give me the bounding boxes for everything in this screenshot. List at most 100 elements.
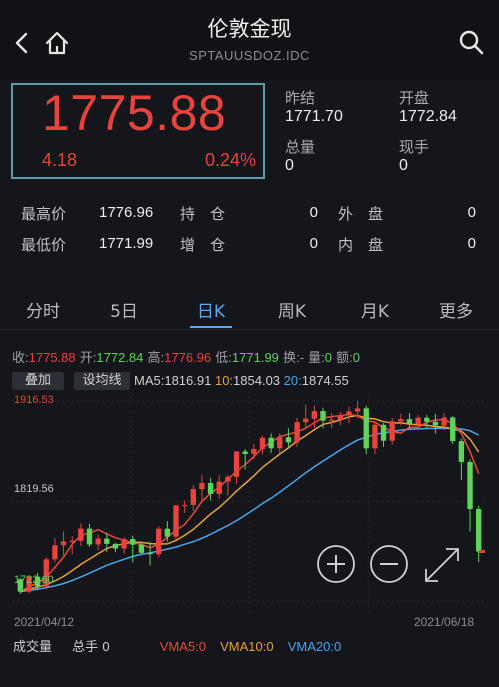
zoom-in-icon[interactable] [316,544,356,584]
search-icon[interactable] [457,28,485,56]
candle-up [398,419,404,422]
candle-up [346,411,352,416]
page-title: 伦敦金现 [207,17,292,41]
vma20-label: VMA20: [287,639,334,654]
low-label: 最低价 [21,236,67,254]
candle-up [199,483,205,490]
candle-up [389,421,395,441]
price-change: 4.18 [42,150,78,170]
candle-up [52,545,58,560]
candle-up [337,415,343,420]
tab-intraday[interactable]: 分时 [22,297,64,322]
candle-up [354,408,361,412]
low-short-label: 低: [215,350,232,365]
tab-weekly-k[interactable]: 周K [271,297,313,322]
qty-label: 量: [308,350,325,365]
candle-up [328,419,335,421]
open-short-value: 1772.84 [96,350,144,365]
candle-up [259,437,266,449]
candle-down [138,544,145,553]
volume-title: 成交量 [13,640,53,655]
total-hand-label: 总手 [72,640,99,655]
instrument-code: SPTAUUSDOZ.IDC [189,48,310,63]
ma10-value: 1854.03 [233,373,281,388]
oi-change-label: 增 仓 [180,236,226,254]
zoom-out-icon[interactable] [369,544,409,584]
vma5-value: 0 [198,639,206,654]
volume-label: 总量 [285,138,316,156]
candle-up [190,489,196,505]
total-hand-value: 0 [102,639,110,654]
date-end: 2021/06/18 [414,615,475,629]
inner-disc-label: 内 盘 [338,236,384,254]
last-price: 1775.88 [42,85,227,141]
tab-daily-k[interactable]: 日K [190,297,232,322]
volume-area [0,658,499,687]
candle-up [233,451,240,477]
open-interest-value: 0 [309,204,318,221]
candle-up [216,481,222,494]
ma10-label: 10: [214,373,234,388]
candle-up [156,528,162,555]
qty-value: 0 [324,350,333,365]
tab-monthly-k[interactable]: 月K [354,297,396,322]
candle-up [60,541,67,546]
candle-down [432,421,439,426]
volume-indicator-row: 成交量 总手 0 VMA5:0 VMA10:0 VMA20:0 [13,636,341,655]
low-value: 1771.99 [99,235,154,252]
candle-down [475,509,482,552]
axis-top-label: 1916.53 [14,394,54,406]
candle-up [251,448,257,454]
candle-down [112,543,119,549]
candle-down [242,451,248,454]
axis-mid-label: 1819.56 [14,483,54,495]
candle-up [277,437,283,449]
overlay-button[interactable]: 叠加 [12,372,64,390]
vma10-value: 0 [266,639,274,654]
candle-up [441,417,447,426]
kline-chart[interactable] [12,391,487,613]
tab-5day[interactable]: 5日 [103,297,145,322]
inner-disc-value: 0 [467,235,476,252]
vma5-label: VMA5: [159,639,199,654]
open-short-label: 开: [79,350,97,365]
candle-down [424,417,430,422]
close-value: 1775.88 [28,350,76,365]
ma5-label: MA5: [134,373,165,388]
ohlc-line: 收:1775.88 开:1772.84 高:1776.96 低:1771.99 … [12,347,360,366]
set-ma-button[interactable]: 设均线 [74,372,130,390]
fullscreen-icon[interactable] [422,545,462,585]
outer-disc-label: 外 盘 [338,205,384,223]
candle-down [164,528,171,537]
price-change-percent: 0.24% [204,150,256,170]
candle-up [173,505,179,537]
candle-down [458,441,465,462]
high-label: 最高价 [21,205,67,223]
candle-down [320,411,326,421]
candle-up [225,476,231,482]
candle-up [415,417,421,425]
candle-up [311,411,318,419]
high-value: 1776.96 [99,204,154,221]
candle-down [147,552,153,555]
candle-up [121,539,127,549]
candle-up [95,538,101,545]
tab-more[interactable]: 更多 [435,297,477,322]
low-short-value: 1771.99 [231,350,279,365]
amount-label: 额: [336,350,353,365]
oi-change-value: 0 [309,235,318,252]
ma5-value: 1816.91 [164,373,212,388]
current-hand-label: 现手 [399,138,430,156]
prev-close-value: 1771.70 [285,108,343,125]
vma10-label: VMA10: [220,639,267,654]
candle-down [130,539,136,545]
active-tab-indicator [190,326,232,328]
candle-down [363,408,369,449]
ma20-label: 20: [283,373,302,388]
candle-down [450,417,456,442]
axis-bottom-label: 1722.60 [14,574,54,586]
outer-disc-value: 0 [467,204,476,221]
candle-up [294,422,300,443]
candle-down [380,424,387,441]
current-hand-value: 0 [399,157,408,174]
